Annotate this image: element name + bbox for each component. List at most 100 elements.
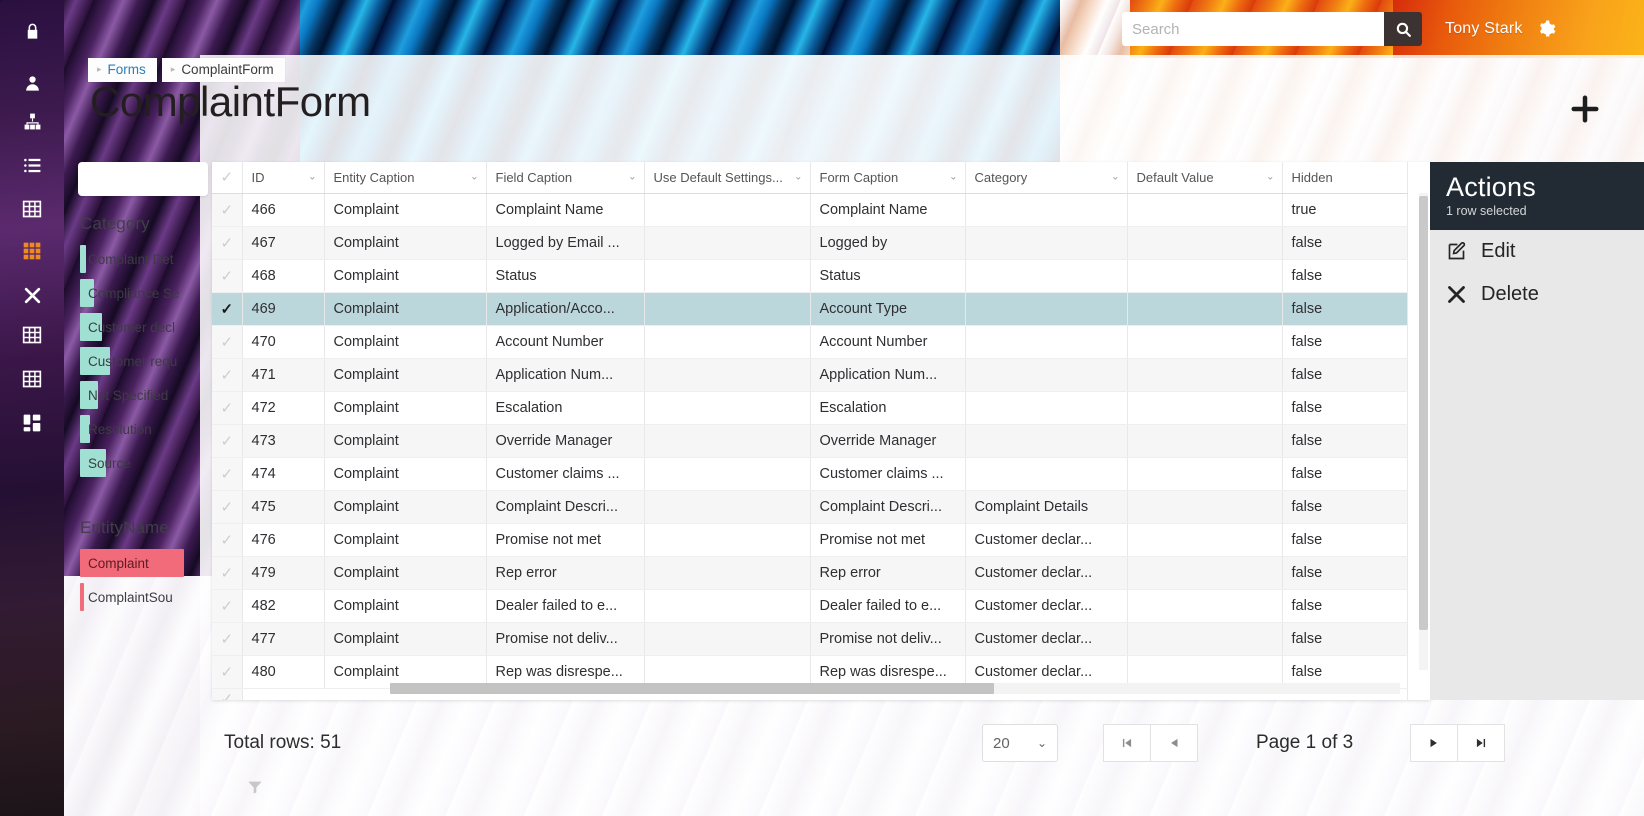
sidebar-item-list[interactable] [0,148,64,182]
table-active-icon [23,242,41,260]
global-search [1122,12,1422,46]
facet-item-compliance[interactable]: Compliance Se [76,276,224,310]
column-label: Category [974,169,1028,185]
horizontal-scrollbar-thumb[interactable] [390,683,994,694]
delete-action[interactable]: Delete [1430,273,1644,316]
table-row[interactable]: ✓ 466 Complaint Complaint Name Complaint… [212,193,1408,227]
facet-item-complaintsource[interactable]: ComplaintSou [76,580,224,614]
column-header-default-value[interactable]: Default Value ⌄ [1127,162,1283,194]
table-row[interactable]: ✓ 479 Complaint Rep error Rep error Cust… [212,556,1408,590]
facet-group-title-entityname: EntityName [80,518,169,537]
cell-category: Complaint Details [965,490,1128,524]
column-header-category[interactable]: Category ⌄ [965,162,1128,194]
sidebar-item-forms-active[interactable] [0,234,64,268]
sidebar-item-table[interactable] [0,318,64,352]
action-label: Edit [1481,240,1516,262]
cell-entity-caption: Complaint [324,490,487,524]
chevron-right-icon: ▸ [97,64,102,74]
action-label: Delete [1481,283,1539,305]
add-button[interactable] [1568,92,1602,126]
facet-item-customer-declaration[interactable]: Customer decl [76,310,224,344]
cell-category [965,424,1128,458]
facet-search-input[interactable] [78,162,208,196]
cell-use-default-settings [644,457,811,491]
table-row[interactable]: ✓ 475 Complaint Complaint Descri... Comp… [212,490,1408,524]
cell-form-caption: Escalation [810,391,966,425]
cell-use-default-settings [644,424,811,458]
cell-id: 468 [242,259,325,293]
column-header-id[interactable]: ID ⌄ [242,162,325,194]
table-row[interactable]: ✓ 468 Complaint Status Status false [212,259,1408,293]
gear-icon [1539,19,1556,36]
cell-entity-caption: Complaint [324,226,487,260]
cell-hidden: false [1282,622,1408,656]
table-row[interactable]: ✓ 473 Complaint Override Manager Overrid… [212,424,1408,458]
cell-id: 474 [242,457,325,491]
cell-hidden: false [1282,589,1408,623]
previous-page-button[interactable] [1150,724,1198,762]
cell-form-caption: Dealer failed to e... [810,589,966,623]
facet-item-customer-request[interactable]: Customer requ [76,344,224,378]
column-header-form-caption[interactable]: Form Caption ⌄ [810,162,966,194]
table-row[interactable]: ✓ 469 Complaint Application/Acco... Acco… [212,292,1408,326]
cell-entity-caption: Complaint [324,523,487,557]
user-area: Tony Stark [1445,14,1556,44]
settings-button[interactable] [1537,19,1556,39]
sidebar-item-close[interactable] [0,278,64,312]
table-row[interactable]: ✓ 474 Complaint Customer claims ... Cust… [212,457,1408,491]
cell-use-default-settings [644,193,811,227]
sidebar-item-grid[interactable] [0,192,64,226]
cell-form-caption: Account Number [810,325,966,359]
table-row[interactable]: ✓ 482 Complaint Dealer failed to e... De… [212,589,1408,623]
filter-toggle-button[interactable] [240,772,270,802]
pagination: 20 ⌄ Page 1 of 3 [982,724,1506,762]
table-row[interactable]: ✓ 467 Complaint Logged by Email ... Logg… [212,226,1408,260]
facet-label: ComplaintSou [88,589,173,605]
column-header-field-caption[interactable]: Field Caption ⌄ [486,162,645,194]
cell-form-caption: Complaint Descri... [810,490,966,524]
facet-label: Customer decl [88,319,176,335]
facet-item-resolution[interactable]: Resolution [76,412,224,446]
facet-item-complaint-details[interactable]: Complaint Det [76,242,224,276]
table-row[interactable]: ✓ 470 Complaint Account Number Account N… [212,325,1408,359]
next-page-icon [1430,738,1438,748]
delete-icon [1448,286,1465,303]
search-button[interactable] [1384,12,1422,46]
sidebar-item-lock[interactable] [0,14,64,48]
cell-hidden: false [1282,259,1408,293]
sidebar-item-dashboard[interactable] [0,406,64,440]
sidebar-rail [0,0,64,816]
table-row[interactable]: ✓ 471 Complaint Application Num... Appli… [212,358,1408,392]
facet-item-source[interactable]: Source [76,446,224,480]
column-header-entity-caption[interactable]: Entity Caption ⌄ [324,162,487,194]
column-header-hidden[interactable]: Hidden [1282,162,1408,194]
page-size-select[interactable]: 20 ⌄ [982,724,1058,762]
user-name[interactable]: Tony Stark [1445,20,1523,38]
cell-field-caption: Application/Acco... [486,292,645,326]
sidebar-item-user[interactable] [0,66,64,100]
table-row[interactable]: ✓ 476 Complaint Promise not met Promise … [212,523,1408,557]
first-page-button[interactable] [1103,724,1151,762]
table-row[interactable]: ✓ 477 Complaint Promise not deliv... Pro… [212,622,1408,656]
column-header-use-default-settings[interactable]: Use Default Settings... ⌄ [644,162,811,194]
page-indicator: Page 1 of 3 [1256,732,1354,753]
cell-hidden: false [1282,457,1408,491]
facet-item-complaint[interactable]: Complaint [76,546,224,580]
column-label: Default Value [1136,169,1214,185]
vertical-scrollbar-thumb[interactable] [1419,196,1428,630]
cell-use-default-settings [644,358,811,392]
sidebar-item-sitemap[interactable] [0,104,64,138]
edit-action[interactable]: Edit [1430,230,1644,273]
search-input[interactable] [1122,12,1384,46]
facet-item-not-specified[interactable]: Not Specified [76,378,224,412]
total-rows-label: Total rows: 51 [224,732,342,753]
column-label: Entity Caption [333,169,415,185]
cell-id: 476 [242,523,325,557]
table-row[interactable]: ✓ 472 Complaint Escalation Escalation fa… [212,391,1408,425]
cell-field-caption: Complaint Name [486,193,645,227]
next-page-button[interactable] [1410,724,1459,762]
cell-entity-caption: Complaint [324,325,487,359]
sidebar-item-table-2[interactable] [0,362,64,396]
last-page-button[interactable] [1457,724,1506,762]
cell-use-default-settings [644,226,811,260]
